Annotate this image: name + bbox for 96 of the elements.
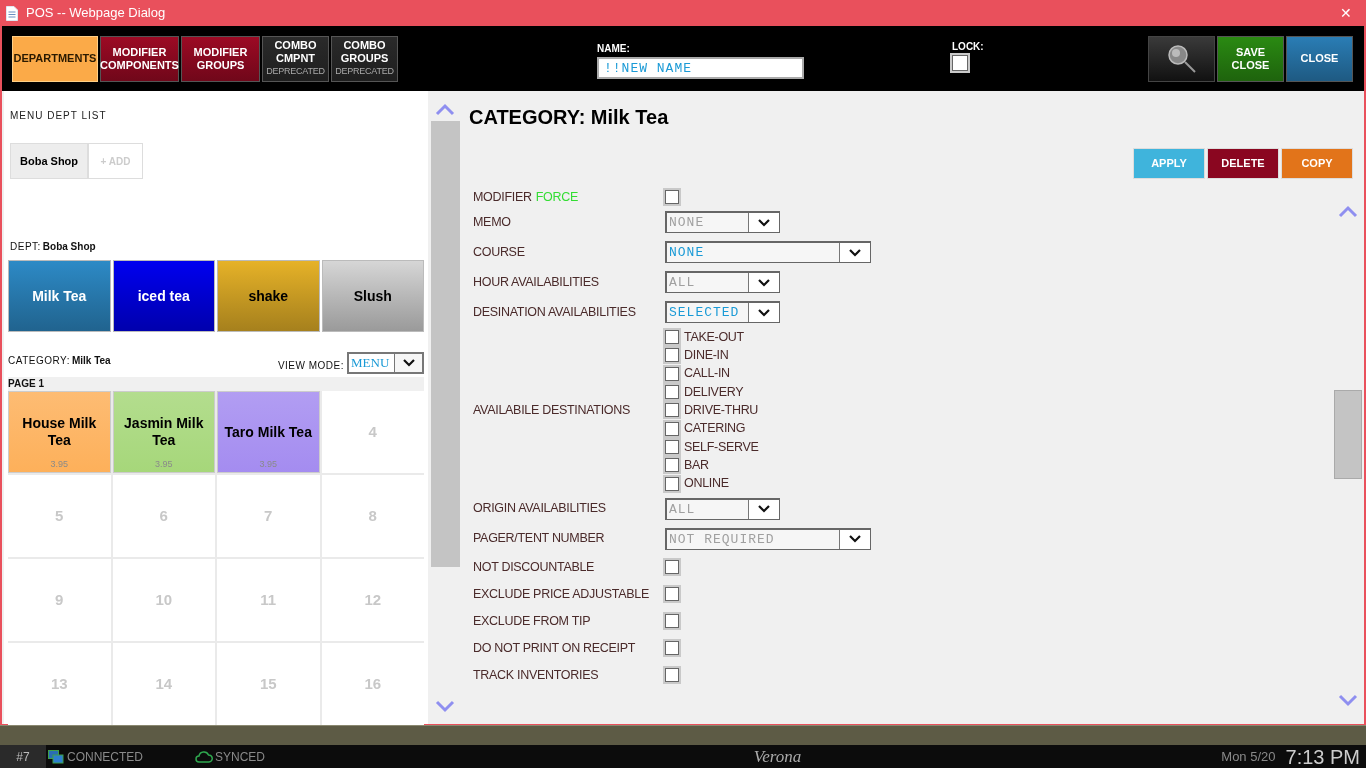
- department-tab[interactable]: Boba Shop: [10, 143, 89, 179]
- item-price: 3.95: [258, 457, 278, 471]
- field-label: TRACK INVENTORIES: [473, 666, 600, 684]
- category-button[interactable]: iced tea: [112, 260, 215, 332]
- checkbox[interactable]: [665, 641, 679, 656]
- checkbox[interactable]: [665, 458, 679, 473]
- view-mode-select[interactable]: MENU: [347, 352, 424, 374]
- option-label: CATERING: [684, 420, 746, 438]
- caret-icon: [757, 277, 771, 288]
- checkbox[interactable]: [665, 330, 679, 345]
- field-label: PAGER/TENT NUMBER: [473, 530, 606, 548]
- checkbox[interactable]: [665, 403, 679, 418]
- checkbox[interactable]: [952, 54, 968, 71]
- field-label: HOUR AVAILABILITIES: [473, 273, 600, 291]
- document-icon: [6, 5, 18, 21]
- close-button[interactable]: ✕: [1332, 1, 1360, 25]
- name-field[interactable]: !!NEW NAME: [597, 57, 804, 79]
- item-price: 3.95: [154, 457, 174, 471]
- option-label: DELIVERY: [684, 383, 744, 401]
- checkbox[interactable]: [665, 190, 679, 204]
- page-label: PAGE 1: [8, 377, 424, 391]
- option-label: DRIVE-THRU: [684, 401, 759, 419]
- checkbox[interactable]: [665, 476, 679, 491]
- category-button[interactable]: Milk Tea: [8, 260, 111, 332]
- caret-icon: [757, 504, 771, 515]
- field-label: MODIFIER: [473, 188, 532, 206]
- tab[interactable]: DEPARTMENTS: [12, 35, 98, 82]
- menu-item-button[interactable]: Jasmin Milk Tea 3.95: [112, 391, 215, 473]
- menu-item-button[interactable]: Taro Milk Tea 3.95: [217, 391, 320, 473]
- caret-icon: [848, 534, 862, 545]
- scrollbar-thumb[interactable]: [430, 121, 460, 567]
- section-label: CATEGORY:: [8, 354, 70, 368]
- section-title: MENU DEPT LIST: [10, 109, 108, 123]
- field-label: NAME:: [597, 42, 631, 56]
- option-label: TAKE-OUT: [684, 328, 744, 346]
- checkbox[interactable]: [665, 385, 679, 400]
- checkbox[interactable]: [665, 348, 679, 363]
- connection-status: CONNECTED: [67, 748, 143, 766]
- station-number: #7: [0, 745, 46, 768]
- category-button[interactable]: Slush: [321, 260, 424, 332]
- caret-icon: [401, 358, 416, 368]
- item-price: 3.95: [49, 457, 69, 471]
- checkbox[interactable]: [665, 439, 679, 454]
- panel-title: CATEGORY: Milk Tea: [469, 105, 670, 130]
- field-label: FORCE: [535, 188, 578, 206]
- field-label: VIEW MODE:: [277, 359, 344, 373]
- action-button[interactable]: APPLY: [1133, 148, 1205, 179]
- field-label: COURSE: [473, 243, 526, 261]
- field-label: LOCK:: [952, 39, 984, 54]
- field-label: AVAILABILE DESTINATIONS: [473, 401, 632, 419]
- search-icon: [1165, 43, 1198, 74]
- field-label: EXCLUDE PRICE ADJUSTABLE: [473, 585, 650, 603]
- header-button[interactable]: SAVE CLOSE: [1217, 35, 1284, 82]
- section-value: Milk Tea: [71, 354, 111, 368]
- checkbox[interactable]: [665, 614, 679, 629]
- checkbox[interactable]: [665, 587, 679, 602]
- clock-time: 7:13 PM: [1285, 744, 1360, 768]
- search-button[interactable]: [1148, 35, 1215, 82]
- caret-icon: [757, 217, 771, 228]
- section-label: DEPT:: [10, 240, 41, 254]
- caret-icon: [848, 247, 862, 258]
- caret-icon: [757, 307, 771, 318]
- dropdown[interactable]: NONE: [665, 241, 871, 263]
- scrollbar-thumb[interactable]: [1334, 390, 1362, 479]
- checkbox[interactable]: [665, 668, 679, 683]
- tab[interactable]: MODIFIER COMPONENTS: [100, 35, 179, 82]
- sync-status: SYNCED: [215, 748, 266, 766]
- action-button[interactable]: COPY: [1281, 148, 1353, 179]
- category-button[interactable]: shake: [217, 260, 320, 332]
- date-text: Mon 5/20: [1221, 747, 1276, 766]
- field-label: MEMO: [473, 213, 512, 231]
- cloud-icon: [195, 750, 213, 763]
- checkbox[interactable]: [665, 421, 679, 436]
- field-label: DESINATION AVAILABILITIES: [473, 303, 637, 321]
- option-label: BAR: [684, 456, 709, 474]
- option-label: ONLINE: [684, 475, 729, 493]
- field-label: NOT DISCOUNTABLE: [473, 558, 596, 576]
- menu-item-button[interactable]: House Milk Tea 3.95: [8, 391, 111, 473]
- tab[interactable]: COMBO GROUPS DEPRECATED: [331, 35, 398, 82]
- action-button[interactable]: DELETE: [1207, 148, 1279, 179]
- network-icon: [48, 749, 64, 764]
- field-label: EXCLUDE FROM TIP: [473, 612, 592, 630]
- field-label: ORIGIN AVAILABILITIES: [473, 500, 607, 518]
- tab[interactable]: MODIFIER GROUPS: [181, 35, 260, 82]
- checkbox[interactable]: [665, 366, 679, 381]
- window-title: POS -- Webpage Dialog: [26, 4, 166, 23]
- dropdown[interactable]: SELECTED: [665, 301, 780, 323]
- section-value: Boba Shop: [42, 240, 96, 254]
- header-button[interactable]: CLOSE: [1286, 35, 1353, 82]
- option-label: CALL-IN: [684, 365, 730, 383]
- tab[interactable]: COMBO CMPNT DEPRECATED: [262, 35, 329, 82]
- option-label: DINE-IN: [684, 347, 729, 365]
- option-label: SELF-SERVE: [684, 438, 759, 456]
- location-name: Verona: [753, 745, 802, 768]
- checkbox[interactable]: [665, 560, 679, 575]
- field-label: DO NOT PRINT ON RECEIPT: [473, 639, 637, 657]
